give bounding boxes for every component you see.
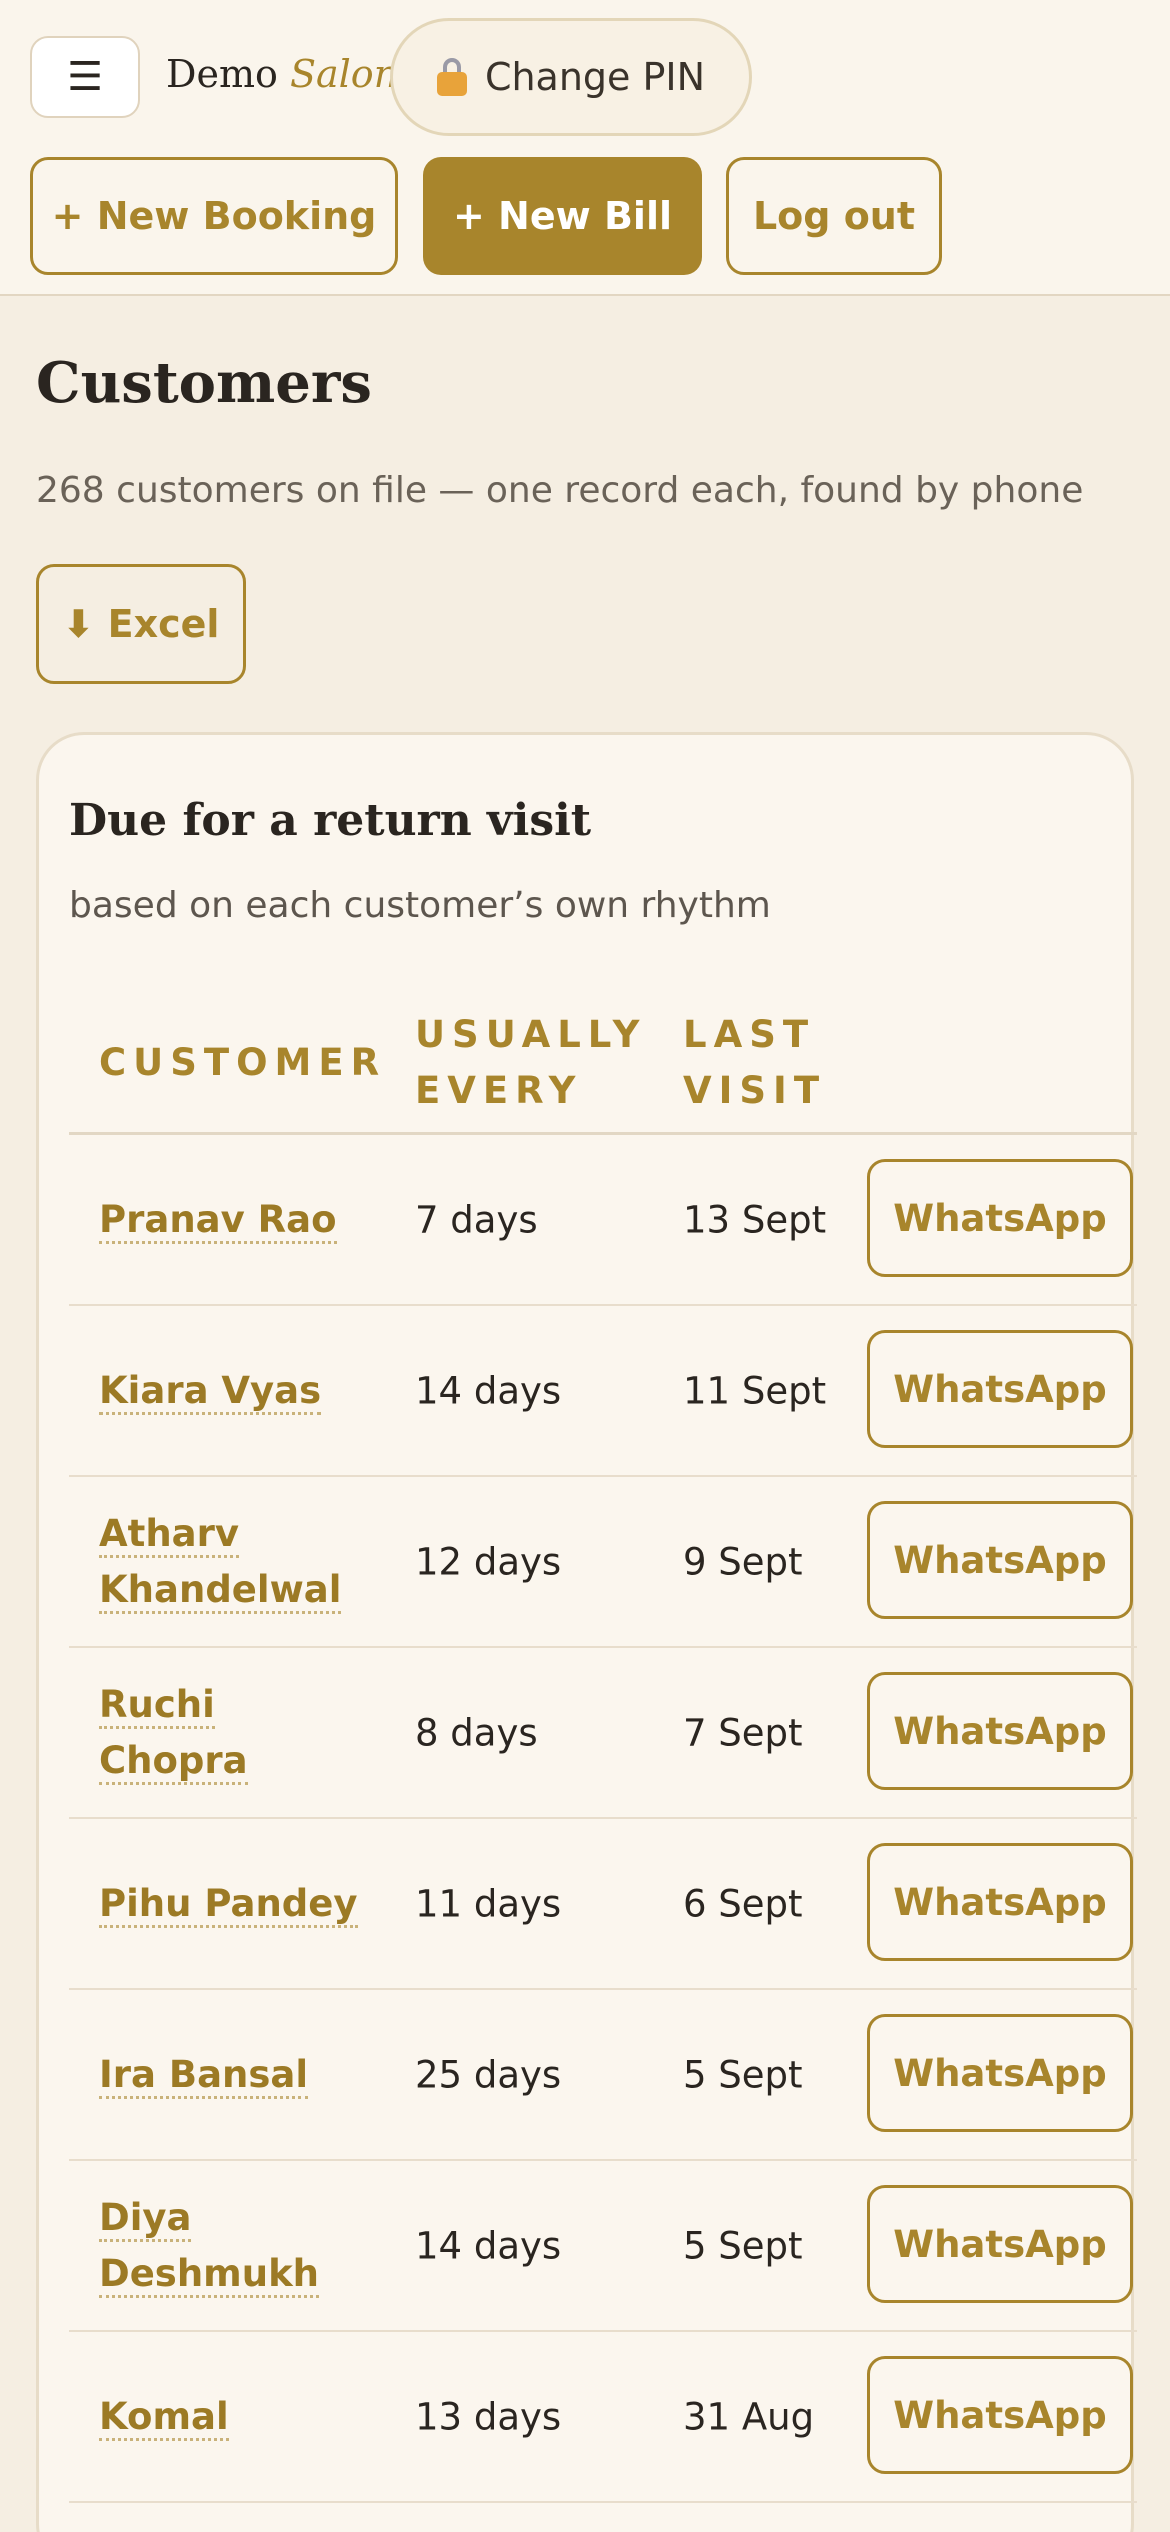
customer-name-link[interactable]: Atharv Khandelwal <box>99 1506 369 1618</box>
table-header: CUSTOMER USUALLY EVERY LAST VISIT <box>69 993 1137 1135</box>
column-header-usually-every: USUALLY EVERY <box>415 1013 647 1112</box>
table-row: Kiara Vyas 14 days 11 Sept WhatsApp <box>69 1306 1137 1477</box>
usual-interval: 8 days <box>415 1711 538 1754</box>
usual-interval: 11 days <box>415 1882 562 1925</box>
new-bill-button[interactable]: + New Bill <box>423 157 702 275</box>
whatsapp-button[interactable]: WhatsApp <box>867 2014 1133 2132</box>
logout-button[interactable]: Log out <box>726 157 942 275</box>
column-header-last-visit: LAST VISIT <box>683 1013 827 1112</box>
usual-interval: 7 days <box>415 1198 538 1241</box>
table-row: Komal 13 days 31 Aug WhatsApp <box>69 2332 1137 2503</box>
last-visit-date: 5 Sept <box>683 2053 803 2096</box>
usual-interval: 14 days <box>415 2224 562 2267</box>
usual-interval: 14 days <box>415 1369 562 1412</box>
change-pin-button[interactable]: Change PIN <box>390 18 752 136</box>
hamburger-icon: ☰ <box>67 54 103 100</box>
table-row: Pihu Pandey 11 days 6 Sept WhatsApp <box>69 1819 1137 1990</box>
last-visit-date: 31 Aug <box>683 2395 815 2438</box>
due-customers-table: CUSTOMER USUALLY EVERY LAST VISIT Pranav… <box>69 993 1137 2503</box>
last-visit-date: 6 Sept <box>683 1882 803 1925</box>
whatsapp-button[interactable]: WhatsApp <box>867 1330 1133 1448</box>
customer-name-link[interactable]: Ira Bansal <box>99 2047 369 2103</box>
card-title: Due for a return visit <box>69 795 592 846</box>
customer-name-link[interactable]: Kiara Vyas <box>99 1363 369 1419</box>
table-row: Ruchi Chopra 8 days 7 Sept WhatsApp <box>69 1648 1137 1819</box>
due-for-return-card: Due for a return visit based on each cus… <box>36 732 1137 2532</box>
lock-icon <box>436 58 467 96</box>
whatsapp-button[interactable]: WhatsApp <box>867 2185 1133 2303</box>
brand-name: Demo <box>166 52 278 96</box>
table-row: Diya Deshmukh 14 days 5 Sept WhatsApp <box>69 2161 1137 2332</box>
brand-logo: Demo Salon <box>166 52 398 96</box>
usual-interval: 12 days <box>415 1540 562 1583</box>
last-visit-date: 5 Sept <box>683 2224 803 2267</box>
brand-accent: Salon <box>289 52 399 96</box>
excel-export-button[interactable]: ⬇ Excel <box>36 564 246 684</box>
customer-name-link[interactable]: Pihu Pandey <box>99 1876 369 1932</box>
column-header-customer: CUSTOMER <box>99 1041 387 1084</box>
top-bar: ☰ Demo Salon Change PIN + New Booking + … <box>0 0 1170 296</box>
customer-name-link[interactable]: Pranav Rao <box>99 1192 369 1248</box>
last-visit-date: 7 Sept <box>683 1711 803 1754</box>
last-visit-date: 11 Sept <box>683 1369 827 1412</box>
card-subtitle: based on each customer’s own rhythm <box>69 885 771 926</box>
customer-name-link[interactable]: Diya Deshmukh <box>99 2190 369 2302</box>
whatsapp-button[interactable]: WhatsApp <box>867 2356 1133 2474</box>
page-title: Customers <box>36 350 372 416</box>
table-row: Ira Bansal 25 days 5 Sept WhatsApp <box>69 1990 1137 2161</box>
table-row: Pranav Rao 7 days 13 Sept WhatsApp <box>69 1135 1137 1306</box>
customer-name-link[interactable]: Komal <box>99 2389 369 2445</box>
customer-name-link[interactable]: Ruchi Chopra <box>99 1677 369 1789</box>
last-visit-date: 9 Sept <box>683 1540 803 1583</box>
new-booking-button[interactable]: + New Booking <box>30 157 398 275</box>
table-row: Atharv Khandelwal 12 days 9 Sept WhatsAp… <box>69 1477 1137 1648</box>
whatsapp-button[interactable]: WhatsApp <box>867 1159 1133 1277</box>
whatsapp-button[interactable]: WhatsApp <box>867 1672 1133 1790</box>
whatsapp-button[interactable]: WhatsApp <box>867 1501 1133 1619</box>
usual-interval: 25 days <box>415 2053 562 2096</box>
whatsapp-button[interactable]: WhatsApp <box>867 1843 1133 1961</box>
page-subtitle: 268 customers on file — one record each,… <box>36 470 1084 511</box>
change-pin-label: Change PIN <box>484 55 706 99</box>
last-visit-date: 13 Sept <box>683 1198 827 1241</box>
usual-interval: 13 days <box>415 2395 562 2438</box>
menu-button[interactable]: ☰ <box>30 36 140 118</box>
